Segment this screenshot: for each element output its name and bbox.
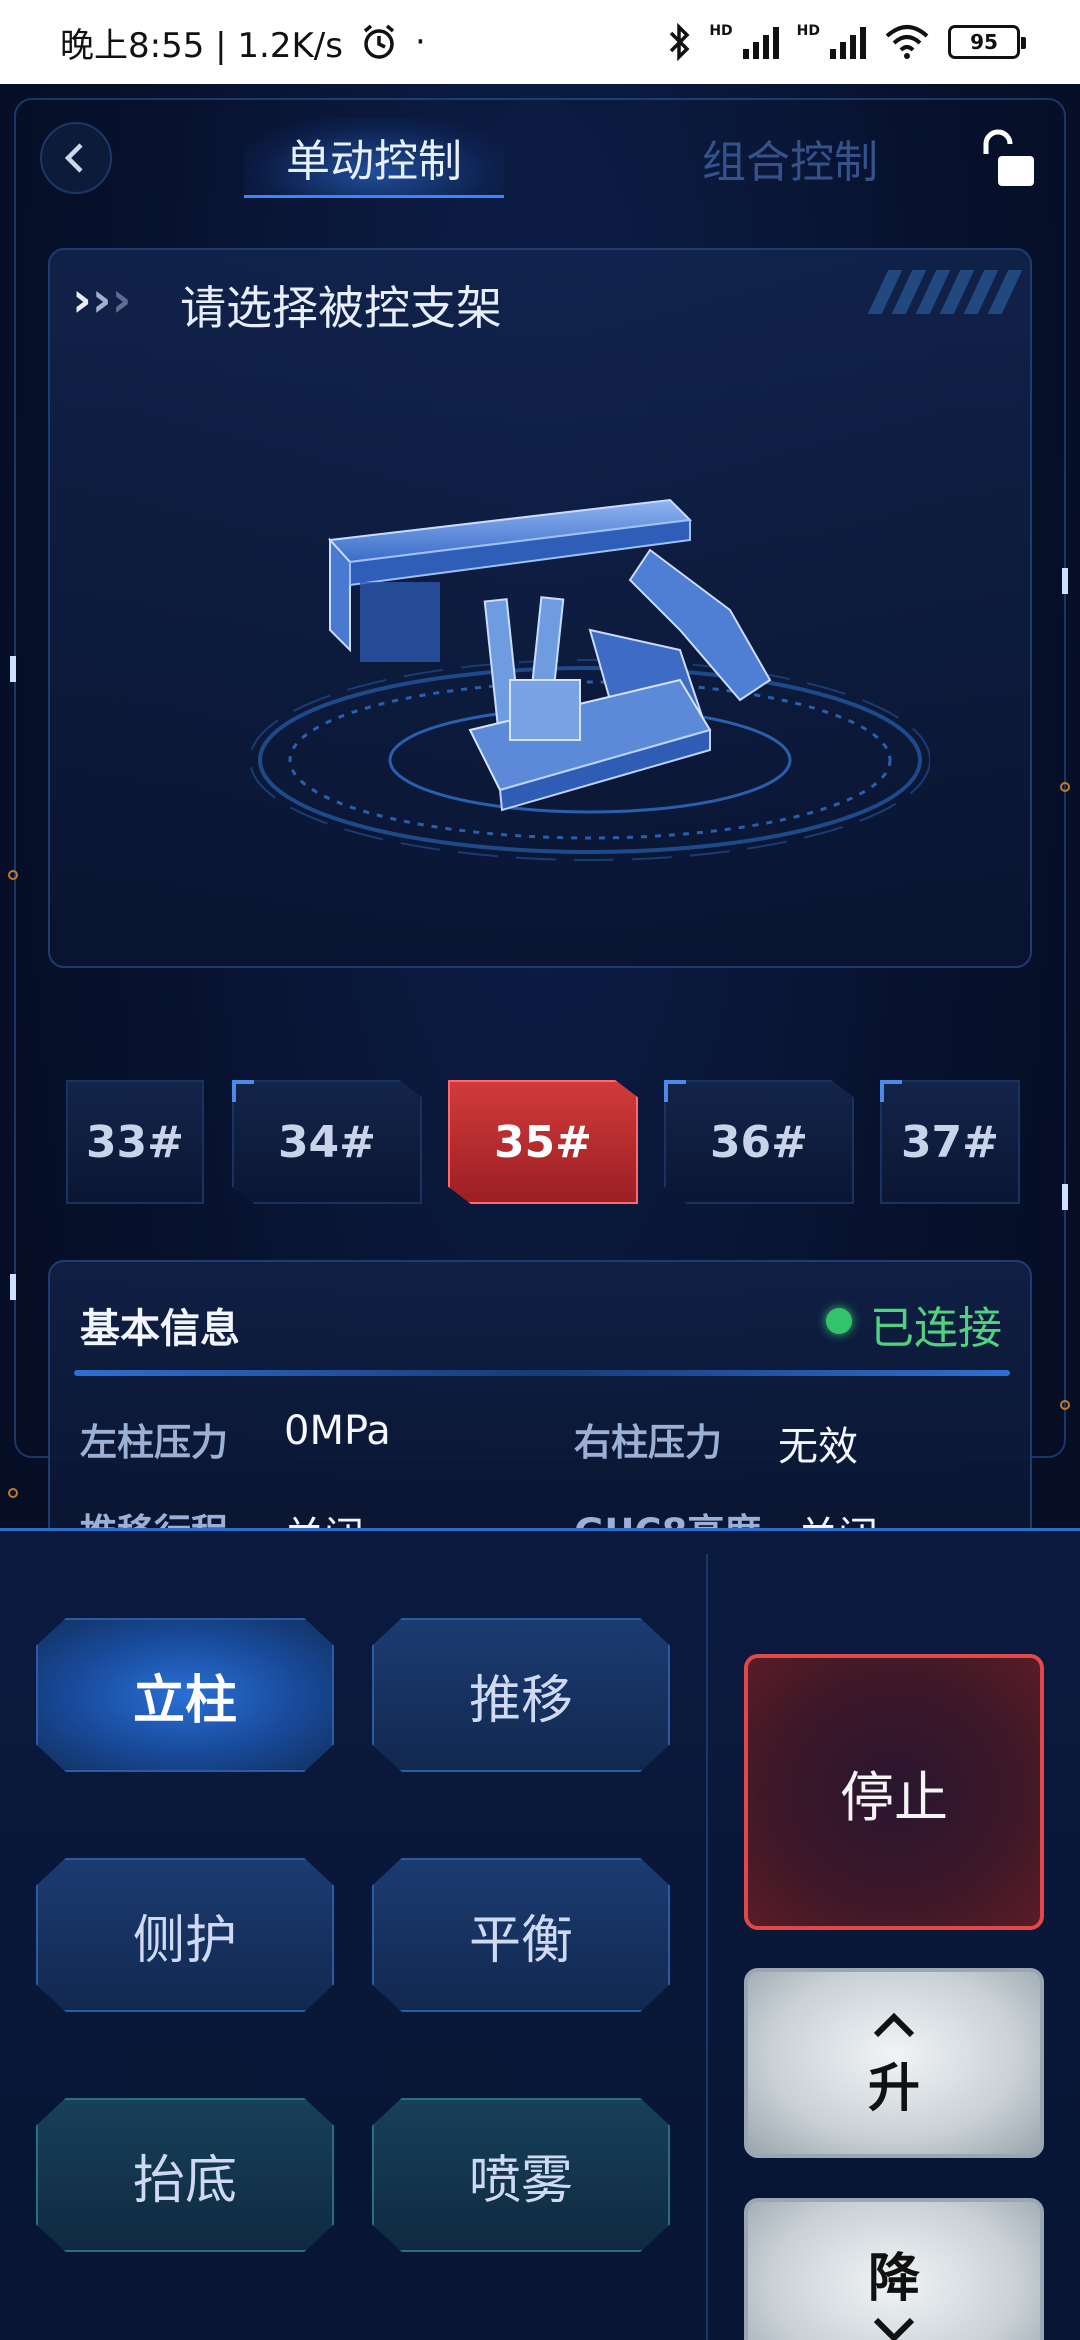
right-pressure-value: 无效 <box>778 1424 858 1470</box>
support-number-label: 35# <box>493 1116 593 1168</box>
side-dot <box>8 1488 18 1498</box>
rise-label: 升 <box>867 2058 920 2119</box>
support-number-label: 36# <box>709 1116 809 1168</box>
decor-stripes <box>867 270 1023 314</box>
tab-single-control[interactable]: 单动控制 <box>244 118 504 198</box>
connection-status: 已连接 <box>870 1303 1002 1354</box>
wifi-icon <box>885 25 929 59</box>
hd-label-2: HD <box>796 23 820 39</box>
signal-icon-2 <box>830 25 866 59</box>
battery-icon: 95 <box>948 25 1026 59</box>
side-dot <box>1060 1400 1070 1410</box>
control-divider <box>706 1554 708 2340</box>
tab-combo-control[interactable]: 组合控制 <box>660 118 920 198</box>
rise-button[interactable]: 升 <box>744 1968 1044 2158</box>
balance-button[interactable]: 平衡 <box>372 1858 670 2012</box>
side-guard-button[interactable]: 侧护 <box>36 1858 334 2012</box>
side-dot <box>1060 782 1070 792</box>
right-pressure-label: 右柱压力 <box>574 1421 722 1464</box>
fall-label: 降 <box>867 2248 920 2309</box>
support-number-label: 37# <box>900 1116 1000 1168</box>
back-arrow-icon <box>64 143 83 173</box>
support-number-35[interactable]: 35# <box>448 1080 638 1204</box>
status-left: 晚上8:55 | 1.2K/s · <box>60 18 426 67</box>
left-pressure-value: 0MPa <box>284 1408 391 1454</box>
connection-status-dot <box>826 1308 852 1334</box>
left-pressure-label: 左柱压力 <box>80 1421 228 1464</box>
battery-level: 95 <box>970 30 998 54</box>
app-screen: 单动控制 组合控制 › › › 请选择被控支架 33# 34# 35# 36# … <box>0 84 1080 2340</box>
unlock-icon[interactable] <box>976 128 1040 192</box>
support-number-33[interactable]: 33# <box>66 1080 204 1204</box>
lift-base-button[interactable]: 抬底 <box>36 2098 334 2252</box>
support-number-36[interactable]: 36# <box>664 1080 854 1204</box>
status-bar: 晚上8:55 | 1.2K/s · HD HD 95 <box>0 0 1080 84</box>
bluetooth-icon <box>670 23 690 61</box>
info-divider <box>74 1370 1010 1376</box>
status-right: HD HD 95 <box>667 23 1026 61</box>
chevrons-icon: › › › <box>72 272 132 328</box>
back-button[interactable] <box>40 122 112 194</box>
support-number-label: 34# <box>277 1116 377 1168</box>
select-panel-title: 请选择被控支架 <box>180 281 502 335</box>
chevron-down-icon <box>872 2311 916 2340</box>
fall-button[interactable]: 降 <box>744 2198 1044 2340</box>
support-number-strip: 33# 34# 35# 36# 37# <box>66 1080 1026 1204</box>
status-dot: · <box>414 22 426 62</box>
status-time: 晚上8:55 | 1.2K/s <box>60 25 343 66</box>
alarm-icon <box>363 24 395 59</box>
stop-button[interactable]: 停止 <box>744 1654 1044 1930</box>
push-button[interactable]: 推移 <box>372 1618 670 1772</box>
corner-accent <box>880 1080 902 1102</box>
side-tick <box>1062 1184 1068 1210</box>
column-button[interactable]: 立柱 <box>36 1618 334 1772</box>
signal-icon-1 <box>742 25 779 59</box>
side-dot <box>8 870 18 880</box>
side-tick <box>1062 568 1068 594</box>
corner-accent <box>232 1080 254 1102</box>
spray-button[interactable]: 喷雾 <box>372 2098 670 2252</box>
hydraulic-support-3d-image <box>249 498 930 861</box>
info-title: 基本信息 <box>80 1306 240 1352</box>
chevron-up-icon <box>872 2006 916 2046</box>
corner-accent <box>664 1080 686 1102</box>
side-tick <box>10 1274 16 1300</box>
support-select-panel: › › › 请选择被控支架 <box>48 248 1032 968</box>
support-number-label: 33# <box>85 1116 185 1168</box>
support-number-34[interactable]: 34# <box>232 1080 422 1204</box>
side-tick <box>10 656 16 682</box>
hd-label-1: HD <box>709 23 733 39</box>
